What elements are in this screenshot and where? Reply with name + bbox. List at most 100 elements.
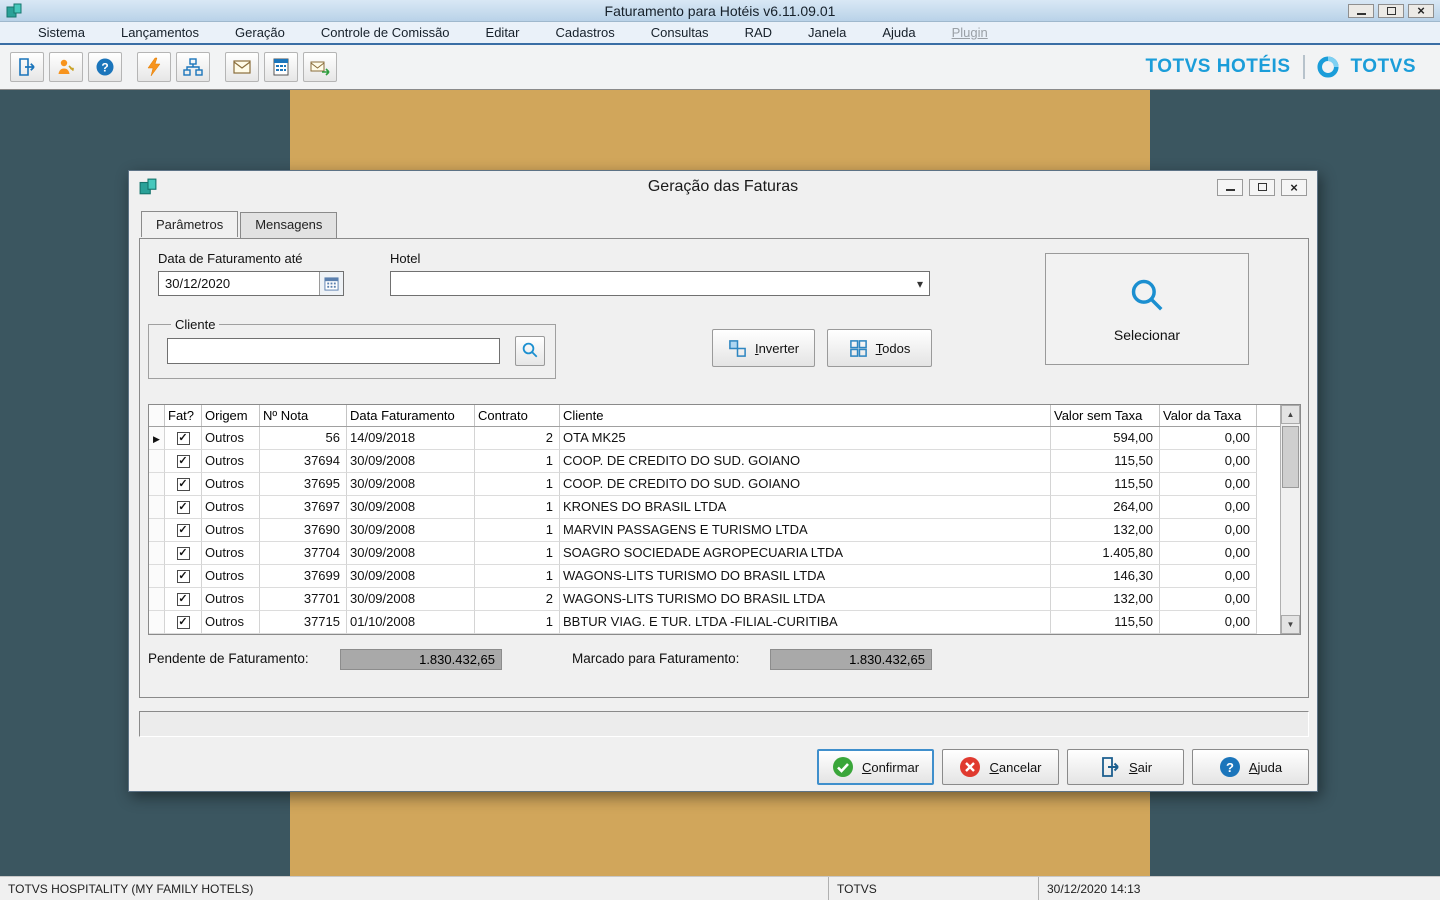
menu-item-sistema[interactable]: Sistema <box>20 22 103 43</box>
menu-item-editar[interactable]: Editar <box>468 22 538 43</box>
fat-cell <box>165 427 202 450</box>
menu-item-gera-o[interactable]: Geração <box>217 22 303 43</box>
nota-cell: 37701 <box>260 588 347 611</box>
tab-strip: ParâmetrosMensagens <box>141 212 339 238</box>
scroll-down-button[interactable] <box>1281 615 1300 634</box>
nota-cell: 37704 <box>260 542 347 565</box>
filler-cell <box>1257 542 1280 565</box>
col-valor-da-taxa[interactable]: Valor da Taxa <box>1160 405 1257 426</box>
fat-checkbox[interactable] <box>177 593 190 606</box>
table-row[interactable]: Outros3771501/10/20081BBTUR VIAG. E TUR.… <box>149 611 1280 634</box>
calendar-icon[interactable] <box>319 272 343 295</box>
tab-mensagens[interactable]: Mensagens <box>240 212 337 238</box>
selecionar-button[interactable]: Selecionar <box>1045 253 1249 365</box>
inverter-button[interactable]: Inverter <box>712 329 815 367</box>
minimize-icon <box>1226 189 1235 191</box>
close-button[interactable] <box>1408 4 1434 18</box>
scrollbar-track[interactable] <box>1281 424 1300 615</box>
col-origem[interactable]: Origem <box>202 405 260 426</box>
fat-checkbox[interactable] <box>177 501 190 514</box>
data-faturamento-cell: 30/09/2008 <box>347 473 475 496</box>
user-permissions-icon[interactable] <box>49 52 83 82</box>
fat-checkbox[interactable] <box>177 570 190 583</box>
send-mail-icon[interactable] <box>303 52 337 82</box>
table-row[interactable]: Outros3769930/09/20081WAGONS-LITS TURISM… <box>149 565 1280 588</box>
col-data-faturamento[interactable]: Data Faturamento <box>347 405 475 426</box>
app-window: Faturamento para Hotéis v6.11.09.01 Sist… <box>0 0 1440 900</box>
cliente-search-button[interactable] <box>515 336 545 366</box>
dialog-close-button[interactable] <box>1281 179 1307 196</box>
col-valor-sem-taxa[interactable]: Valor sem Taxa <box>1051 405 1160 426</box>
dialog-maximize-button[interactable] <box>1249 179 1275 196</box>
org-chart-icon[interactable] <box>176 52 210 82</box>
fat-checkbox[interactable] <box>177 524 190 537</box>
scrollbar-thumb[interactable] <box>1282 426 1299 488</box>
table-row[interactable]: Outros3769530/09/20081COOP. DE CREDITO D… <box>149 473 1280 496</box>
marcado-label: Marcado para Faturamento: <box>572 651 739 666</box>
fat-checkbox[interactable] <box>177 547 190 560</box>
cliente-cell: MARVIN PASSAGENS E TURISMO LTDA <box>560 519 1051 542</box>
table-row[interactable]: Outros3770430/09/20081SOAGRO SOCIEDADE A… <box>149 542 1280 565</box>
grid-content: Fat? Origem Nº Nota Data Faturamento Con… <box>149 405 1280 634</box>
billing-grid-icon[interactable] <box>264 52 298 82</box>
table-row[interactable]: Outros3770130/09/20082WAGONS-LITS TURISM… <box>149 588 1280 611</box>
menu-item-consultas[interactable]: Consultas <box>633 22 727 43</box>
cancelar-button[interactable]: Cancelar <box>942 749 1059 785</box>
fat-cell <box>165 542 202 565</box>
hotel-label: Hotel <box>390 251 420 266</box>
menu-item-ajuda[interactable]: Ajuda <box>864 22 933 43</box>
menu-item-cadastros[interactable]: Cadastros <box>538 22 633 43</box>
col-selector <box>149 405 165 426</box>
cliente-cell: OTA MK25 <box>560 427 1051 450</box>
lightning-icon[interactable] <box>137 52 171 82</box>
check-circle-icon <box>832 756 854 778</box>
col-fat[interactable]: Fat? <box>165 405 202 426</box>
menu-item-janela[interactable]: Janela <box>790 22 864 43</box>
tab-par-metros[interactable]: Parâmetros <box>141 211 238 237</box>
mail-icon[interactable] <box>225 52 259 82</box>
col-cliente[interactable]: Cliente <box>560 405 1051 426</box>
fat-checkbox[interactable] <box>177 432 190 445</box>
confirmar-button[interactable]: Confirmar <box>817 749 934 785</box>
exit-icon[interactable] <box>10 52 44 82</box>
fat-checkbox[interactable] <box>177 616 190 629</box>
minimize-button[interactable] <box>1348 4 1374 18</box>
sair-button[interactable]: Sair <box>1067 749 1184 785</box>
nota-cell: 37697 <box>260 496 347 519</box>
chevron-down-icon[interactable] <box>911 272 929 295</box>
help-icon[interactable]: ? <box>88 52 122 82</box>
cliente-input[interactable] <box>167 338 500 364</box>
contrato-cell: 2 <box>475 427 560 450</box>
fat-checkbox[interactable] <box>177 455 190 468</box>
col-filler <box>1257 405 1280 426</box>
table-row[interactable]: Outros3769730/09/20081KRONES DO BRASIL L… <box>149 496 1280 519</box>
contrato-cell: 1 <box>475 542 560 565</box>
table-row[interactable]: Outros3769030/09/20081MARVIN PASSAGENS E… <box>149 519 1280 542</box>
date-input[interactable]: 30/12/2020 <box>158 271 344 296</box>
table-row[interactable]: Outros5614/09/20182OTA MK25594,000,00 <box>149 427 1280 450</box>
search-icon <box>521 341 539 362</box>
question-circle-icon: ? <box>1219 756 1241 778</box>
valor-da-taxa-cell: 0,00 <box>1160 496 1257 519</box>
contrato-cell: 1 <box>475 611 560 634</box>
row-selector <box>149 496 165 519</box>
origem-cell: Outros <box>202 427 260 450</box>
desktop: Geração das Faturas ParâmetrosMensagens … <box>0 90 1440 876</box>
table-row[interactable]: Outros3769430/09/20081COOP. DE CREDITO D… <box>149 450 1280 473</box>
col-contrato[interactable]: Contrato <box>475 405 560 426</box>
fat-checkbox[interactable] <box>177 478 190 491</box>
menu-item-plugin[interactable]: Plugin <box>934 22 1006 43</box>
restore-button[interactable] <box>1378 4 1404 18</box>
col-nota[interactable]: Nº Nota <box>260 405 347 426</box>
menu-item-controle-de-comiss-o[interactable]: Controle de Comissão <box>303 22 468 43</box>
ajuda-button[interactable]: ? Ajuda <box>1192 749 1309 785</box>
dialog-minimize-button[interactable] <box>1217 179 1243 196</box>
scroll-up-button[interactable] <box>1281 405 1300 424</box>
menu-item-rad[interactable]: RAD <box>727 22 790 43</box>
hotel-select[interactable] <box>390 271 930 296</box>
pendente-value: 1.830.432,65 <box>340 649 502 670</box>
grid-scrollbar[interactable] <box>1280 405 1300 634</box>
valor-da-taxa-cell: 0,00 <box>1160 427 1257 450</box>
menu-item-lan-amentos[interactable]: Lançamentos <box>103 22 217 43</box>
todos-button[interactable]: Todos <box>827 329 932 367</box>
